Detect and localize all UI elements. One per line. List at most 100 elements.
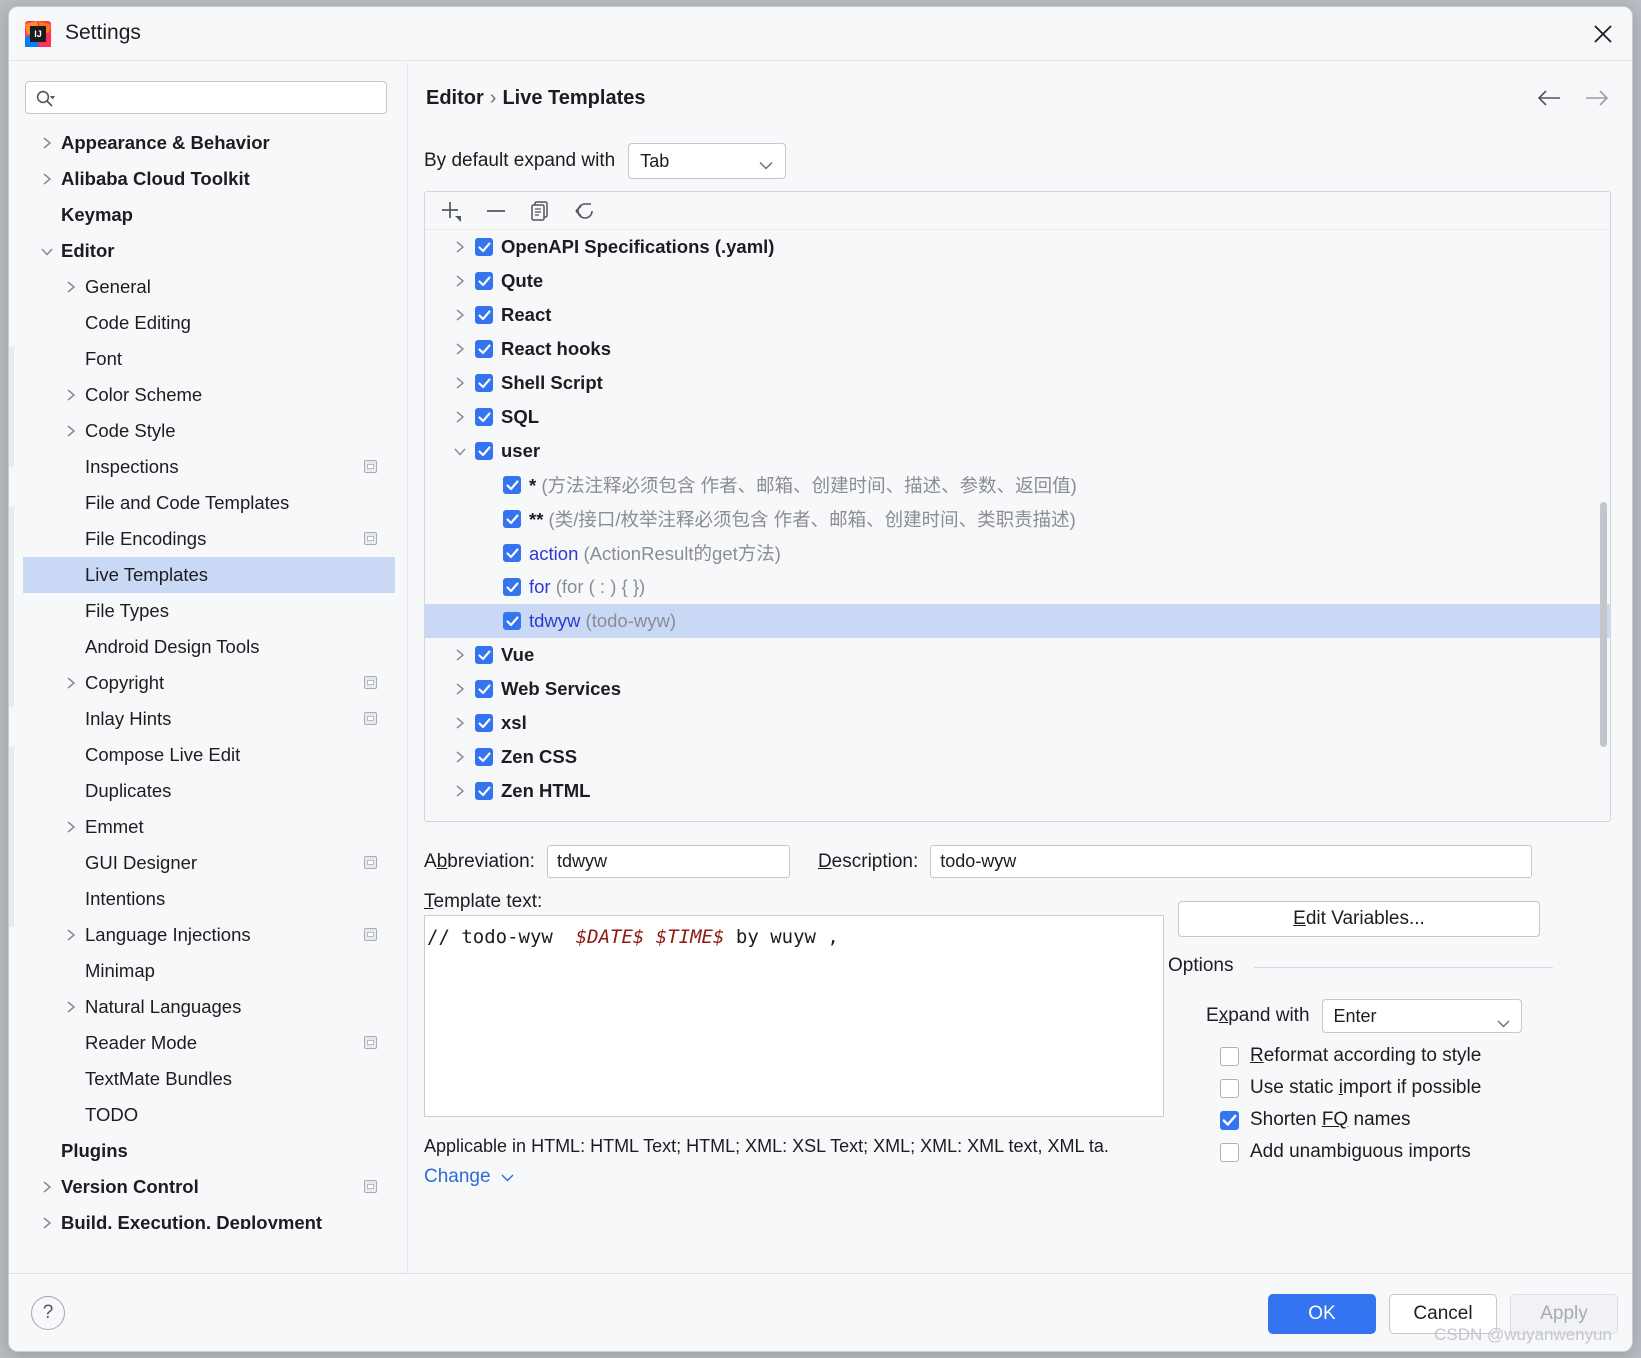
group-checkbox[interactable] [475, 714, 493, 732]
template-group-row[interactable]: Shell Script [425, 366, 1610, 400]
help-icon[interactable]: ? [31, 1296, 65, 1330]
group-checkbox[interactable] [475, 442, 493, 460]
option-shorten-fq-names[interactable]: Shorten FQ names [1220, 1109, 1411, 1131]
template-group-row[interactable]: Zen CSS [425, 740, 1610, 774]
remove-icon[interactable] [485, 200, 507, 222]
template-group-row[interactable]: Zen HTML [425, 774, 1610, 808]
group-checkbox[interactable] [475, 340, 493, 358]
edit-variables-button[interactable]: Edit Variables... [1178, 901, 1540, 937]
sidebar-item-font[interactable]: Font [23, 341, 395, 377]
chevron-right-icon[interactable] [61, 925, 81, 945]
sidebar-item-code-style[interactable]: Code Style [23, 413, 395, 449]
add-icon[interactable] [439, 200, 463, 222]
sidebar-item-version-control[interactable]: Version Control [23, 1169, 395, 1205]
sidebar-item-language-injections[interactable]: Language Injections [23, 917, 395, 953]
option-reformat-according-to-style[interactable]: Reformat according to style [1220, 1045, 1481, 1067]
sidebar-item-inlay-hints[interactable]: Inlay Hints [23, 701, 395, 737]
chevron-right-icon[interactable] [37, 1213, 57, 1229]
template-checkbox[interactable] [503, 544, 521, 562]
group-checkbox[interactable] [475, 272, 493, 290]
arrow-left-icon[interactable] [1536, 89, 1562, 112]
sidebar-item-inspections[interactable]: Inspections [23, 449, 395, 485]
breadcrumb-parent[interactable]: Editor [426, 87, 484, 109]
template-group-row[interactable]: xsl [425, 706, 1610, 740]
chevron-right-icon[interactable] [451, 408, 469, 426]
chevron-right-icon[interactable] [451, 748, 469, 766]
template-group-row[interactable]: React hooks [425, 332, 1610, 366]
template-group-row[interactable]: React [425, 298, 1610, 332]
sidebar-item-general[interactable]: General [23, 269, 395, 305]
group-checkbox[interactable] [475, 680, 493, 698]
template-checkbox[interactable] [503, 578, 521, 596]
description-input[interactable]: todo-wyw [930, 845, 1533, 878]
sidebar-item-reader-mode[interactable]: Reader Mode [23, 1025, 395, 1061]
sidebar-item-file-encodings[interactable]: File Encodings [23, 521, 395, 557]
sidebar-item-color-scheme[interactable]: Color Scheme [23, 377, 395, 413]
chevron-right-icon[interactable] [451, 646, 469, 664]
template-text-editor[interactable]: // todo-wyw $DATE$ $TIME$ by wuyw , [424, 915, 1164, 1117]
sidebar-item-file-types[interactable]: File Types [23, 593, 395, 629]
option-checkbox[interactable] [1220, 1110, 1239, 1130]
chevron-right-icon[interactable] [37, 1177, 57, 1197]
option-checkbox[interactable] [1220, 1078, 1239, 1098]
option-checkbox[interactable] [1220, 1142, 1239, 1162]
sidebar-item-keymap[interactable]: Keymap [23, 197, 395, 233]
list-scrollbar-thumb[interactable] [1600, 502, 1607, 747]
template-checkbox[interactable] [503, 612, 521, 630]
chevron-right-icon[interactable] [37, 133, 57, 153]
chevron-right-icon[interactable] [61, 277, 81, 297]
group-checkbox[interactable] [475, 408, 493, 426]
chevron-right-icon[interactable] [451, 680, 469, 698]
option-checkbox[interactable] [1220, 1046, 1239, 1066]
group-checkbox[interactable] [475, 374, 493, 392]
template-group-row[interactable]: user [425, 434, 1610, 468]
chevron-right-icon[interactable] [451, 272, 469, 290]
sidebar-item-alibaba-cloud-toolkit[interactable]: Alibaba Cloud Toolkit [23, 161, 395, 197]
sidebar-item-gui-designer[interactable]: GUI Designer [23, 845, 395, 881]
chevron-down-icon[interactable] [451, 442, 469, 460]
chevron-down-icon[interactable] [37, 241, 57, 261]
arrow-right-icon[interactable] [1584, 89, 1610, 112]
expand-with-select[interactable]: Enter [1321, 999, 1522, 1033]
sidebar-item-editor[interactable]: Editor [23, 233, 395, 269]
template-row[interactable]: action (ActionResult的get方法) [425, 536, 1610, 570]
group-checkbox[interactable] [475, 646, 493, 664]
chevron-right-icon[interactable] [37, 169, 57, 189]
sidebar-item-textmate-bundles[interactable]: TextMate Bundles [23, 1061, 395, 1097]
default-expand-select[interactable]: Tab [628, 143, 787, 179]
template-group-row[interactable]: SQL [425, 400, 1610, 434]
template-group-row[interactable]: Qute [425, 264, 1610, 298]
template-row[interactable]: * (方法注释必须包含 作者、邮箱、创建时间、描述、参数、返回值) [425, 468, 1610, 502]
group-checkbox[interactable] [475, 748, 493, 766]
template-checkbox[interactable] [503, 476, 521, 494]
template-group-row[interactable]: OpenAPI Specifications (.yaml) [425, 230, 1610, 264]
revert-icon[interactable] [573, 200, 597, 222]
chevron-right-icon[interactable] [61, 817, 81, 837]
abbreviation-input[interactable]: tdwyw [546, 845, 790, 878]
template-row[interactable]: for (for ( : ) { }) [425, 570, 1610, 604]
sidebar-item-compose-live-edit[interactable]: Compose Live Edit [23, 737, 395, 773]
template-checkbox[interactable] [503, 510, 521, 528]
option-add-unambiguous-imports[interactable]: Add unambiguous imports [1220, 1141, 1471, 1163]
template-group-row[interactable]: Web Services [425, 672, 1610, 706]
group-checkbox[interactable] [475, 238, 493, 256]
sidebar-item-emmet[interactable]: Emmet [23, 809, 395, 845]
chevron-right-icon[interactable] [451, 306, 469, 324]
sidebar-item-build-execution-deployment[interactable]: Build, Execution, Deployment [23, 1205, 395, 1229]
template-row[interactable]: tdwyw (todo-wyw) [425, 604, 1610, 638]
duplicate-icon[interactable] [529, 200, 551, 222]
ok-button[interactable]: OK [1268, 1294, 1376, 1334]
live-templates-list[interactable]: OpenAPI Specifications (.yaml) Qute React R… [424, 191, 1611, 822]
sidebar-item-android-design-tools[interactable]: Android Design Tools [23, 629, 395, 665]
chevron-right-icon[interactable] [61, 421, 81, 441]
chevron-right-icon[interactable] [61, 997, 81, 1017]
group-checkbox[interactable] [475, 306, 493, 324]
sidebar-item-intentions[interactable]: Intentions [23, 881, 395, 917]
chevron-right-icon[interactable] [451, 782, 469, 800]
chevron-right-icon[interactable] [451, 714, 469, 732]
group-checkbox[interactable] [475, 782, 493, 800]
sidebar-item-file-and-code-templates[interactable]: File and Code Templates [23, 485, 395, 521]
close-icon[interactable] [1588, 19, 1618, 49]
chevron-right-icon[interactable] [451, 374, 469, 392]
sidebar-item-minimap[interactable]: Minimap [23, 953, 395, 989]
